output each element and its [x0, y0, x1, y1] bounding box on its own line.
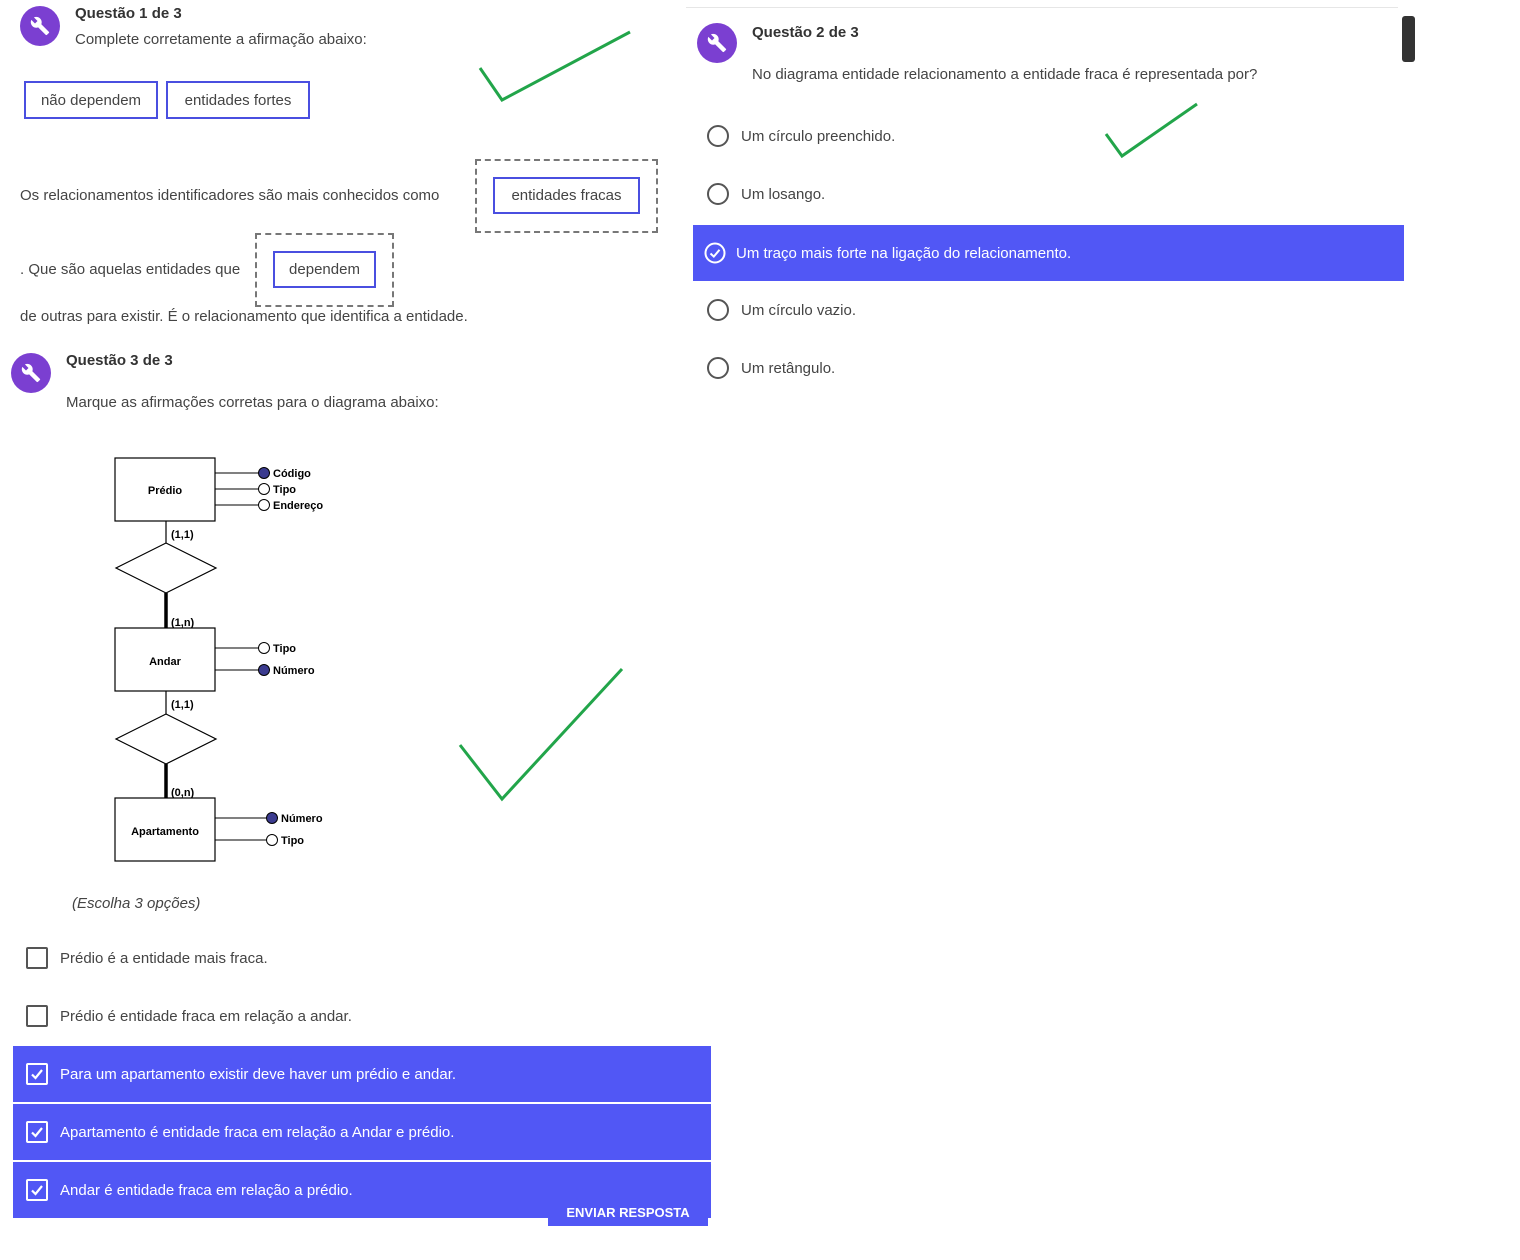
- relationship-diamond: [114, 713, 218, 765]
- chip-entidades-fortes[interactable]: entidades fortes: [166, 81, 310, 119]
- attr-dot: [258, 642, 270, 654]
- radio-option-3[interactable]: Um traço mais forte na ligação do relaci…: [693, 225, 1404, 281]
- radio-option-label: Um círculo vazio.: [741, 301, 857, 319]
- question-1-title: Questão 1 de 3: [75, 5, 182, 22]
- cardinality-label: (0,n): [171, 787, 195, 799]
- checkbox-option-3[interactable]: Para um apartamento existir deve haver u…: [13, 1046, 711, 1102]
- placed-chip-dependem[interactable]: dependem: [273, 251, 376, 288]
- correct-check-mark: [478, 30, 631, 102]
- checkbox-option-label: Prédio é entidade fraca em relação a and…: [60, 1007, 352, 1025]
- radio-option-label: Um círculo preenchido.: [741, 127, 896, 145]
- attr-label: Tipo: [273, 643, 296, 655]
- checkbox-checked-icon: [26, 1063, 48, 1085]
- radio-option-2[interactable]: Um losango.: [693, 166, 1404, 222]
- attr-label: Número: [281, 813, 323, 825]
- placed-chip-entidades-fracas[interactable]: entidades fracas: [493, 177, 640, 214]
- cardinality-label: (1,n): [171, 617, 195, 629]
- entity-andar-label: Andar: [149, 656, 182, 668]
- attr-label: Endereço: [273, 500, 323, 512]
- checkbox-icon: [26, 1005, 48, 1027]
- checkbox-option-label: Para um apartamento existir deve haver u…: [60, 1065, 457, 1083]
- attr-key-dot: [258, 664, 270, 676]
- attr-label: Tipo: [273, 484, 296, 496]
- wrench-icon: [11, 353, 51, 393]
- attr-dot: [258, 483, 270, 495]
- attr-dot: [258, 499, 270, 511]
- relationship-diamond: [114, 542, 218, 594]
- radio-option-4[interactable]: Um círculo vazio.: [693, 282, 1404, 338]
- checkbox-checked-icon: [26, 1179, 48, 1201]
- radio-option-label: Um traço mais forte na ligação do relaci…: [736, 244, 1072, 262]
- checkbox-checked-icon: [26, 1121, 48, 1143]
- radio-option-label: Um losango.: [741, 185, 826, 203]
- radio-circle-icon: [707, 125, 729, 147]
- scrollbar-thumb[interactable]: [1402, 16, 1415, 62]
- checkbox-icon: [26, 947, 48, 969]
- wrench-icon: [697, 23, 737, 63]
- entity-predio-label: Prédio: [148, 485, 183, 497]
- checkbox-option-label: Prédio é a entidade mais fraca.: [60, 949, 268, 967]
- question-2-title: Questão 2 de 3: [752, 24, 859, 41]
- checkbox-option-label: Apartamento é entidade fraca em relação …: [60, 1123, 455, 1141]
- checkbox-option-1[interactable]: Prédio é a entidade mais fraca.: [13, 930, 711, 986]
- checkbox-option-2[interactable]: Prédio é entidade fraca em relação a and…: [13, 988, 711, 1044]
- attr-key-dot: [266, 812, 278, 824]
- check-circle-icon: [704, 242, 726, 264]
- checkbox-option-label: Andar é entidade fraca em relação a préd…: [60, 1181, 353, 1199]
- entity-apartamento-label: Apartamento: [131, 826, 199, 838]
- attr-key-dot: [258, 467, 270, 479]
- sentence-part-2: . Que são aquelas entidades que: [20, 261, 241, 278]
- submit-answer-button[interactable]: ENVIAR RESPOSTA: [548, 1198, 708, 1226]
- top-divider: [686, 7, 1398, 8]
- question-1-prompt: Complete corretamente a afirmação abaixo…: [75, 31, 367, 48]
- attr-label: Número: [273, 665, 315, 677]
- cardinality-label: (1,1): [171, 699, 194, 711]
- question-3-title: Questão 3 de 3: [66, 352, 173, 369]
- checkbox-option-4[interactable]: Apartamento é entidade fraca em relação …: [13, 1104, 711, 1160]
- question-2-prompt: No diagrama entidade relacionamento a en…: [752, 66, 1258, 83]
- wrench-icon: [20, 6, 60, 46]
- correct-check-mark: [1104, 102, 1198, 159]
- chip-nao-dependem[interactable]: não dependem: [24, 81, 158, 119]
- attr-label: Tipo: [281, 835, 304, 847]
- radio-option-5[interactable]: Um retângulo.: [693, 340, 1404, 396]
- sentence-part-3: de outras para existir. É o relacionamen…: [20, 308, 468, 325]
- correct-check-mark: [458, 667, 624, 802]
- radio-circle-icon: [707, 357, 729, 379]
- attr-label: Código: [273, 468, 311, 480]
- radio-circle-icon: [707, 183, 729, 205]
- radio-circle-icon: [707, 299, 729, 321]
- radio-option-1[interactable]: Um círculo preenchido.: [693, 108, 1404, 164]
- er-diagram: Prédio Código Tipo Endereço (1,1) (1,n) …: [114, 457, 323, 862]
- question-3-prompt: Marque as afirmações corretas para o dia…: [66, 394, 439, 411]
- attr-dot: [266, 834, 278, 846]
- question-3-hint: (Escolha 3 opções): [72, 895, 201, 912]
- cardinality-label: (1,1): [171, 529, 194, 541]
- radio-option-label: Um retângulo.: [741, 359, 836, 377]
- sentence-part-1: Os relacionamentos identificadores são m…: [20, 187, 440, 204]
